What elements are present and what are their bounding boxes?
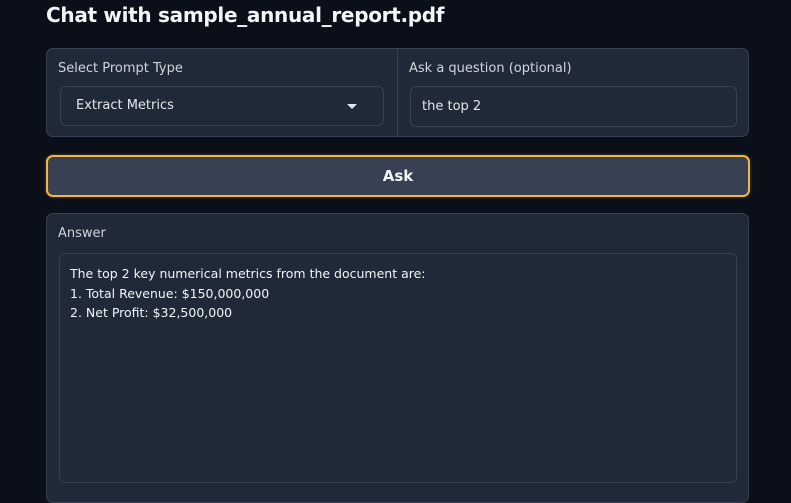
answer-line: 2. Net Profit: $32,500,000 [70, 305, 233, 320]
answer-line: 1. Total Revenue: $150,000,000 [70, 285, 270, 301]
answer-textbox[interactable]: The top 2 key numerical metrics from the… [59, 253, 737, 483]
chevron-down-icon [347, 104, 357, 109]
prompt-type-block: Select Prompt Type Extract Metrics [47, 49, 398, 136]
ask-button[interactable]: Ask [46, 155, 750, 197]
prompt-type-label: Select Prompt Type [58, 61, 183, 76]
question-label: Ask a question (optional) [409, 61, 572, 76]
question-block: Ask a question (optional) [398, 49, 748, 136]
answer-label: Answer [58, 226, 106, 241]
prompt-type-selected-value: Extract Metrics [76, 98, 174, 113]
answer-line: The top 2 key numerical metrics from the… [70, 266, 426, 281]
answer-panel: Answer The top 2 key numerical metrics f… [46, 213, 749, 503]
prompt-type-dropdown[interactable]: Extract Metrics [60, 86, 384, 126]
question-input[interactable] [410, 86, 737, 127]
input-row-panel: Select Prompt Type Extract Metrics Ask a… [46, 48, 749, 137]
page-title: Chat with sample_annual_report.pdf [46, 3, 445, 27]
